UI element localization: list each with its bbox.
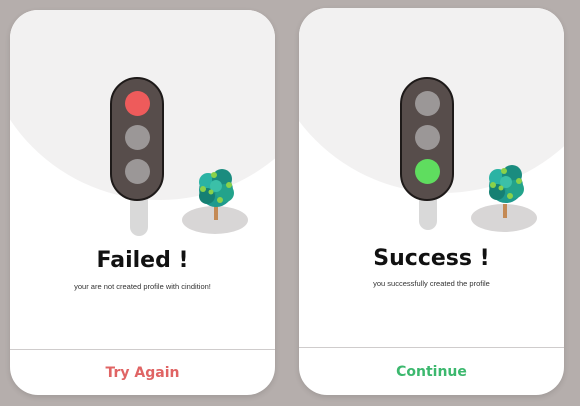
traffic-light-icon xyxy=(110,77,164,201)
yellow-lamp xyxy=(125,125,150,150)
failed-dialog: Failed ! your are not created profile wi… xyxy=(10,10,275,395)
traffic-light-icon xyxy=(400,77,454,201)
divider xyxy=(299,347,564,348)
tree-icon xyxy=(489,165,524,203)
dialog-title: Success ! xyxy=(373,246,490,271)
divider xyxy=(10,349,275,350)
dialog-message: your are not created profile with cindit… xyxy=(74,282,211,291)
yellow-lamp xyxy=(415,125,440,150)
tree-trunk xyxy=(503,204,507,218)
green-lamp xyxy=(415,159,440,184)
tree-icon xyxy=(199,169,234,207)
success-dialog: Success ! you successfully created the p… xyxy=(299,8,564,395)
dialog-message: you successfully created the profile xyxy=(373,279,490,288)
stage: Failed ! your are not created profile wi… xyxy=(0,0,580,406)
try-again-button[interactable]: Try Again xyxy=(10,351,275,395)
red-lamp xyxy=(125,91,150,116)
continue-button[interactable]: Continue xyxy=(299,350,564,394)
green-lamp xyxy=(125,159,150,184)
red-lamp xyxy=(415,91,440,116)
dialog-title: Failed ! xyxy=(96,248,189,273)
